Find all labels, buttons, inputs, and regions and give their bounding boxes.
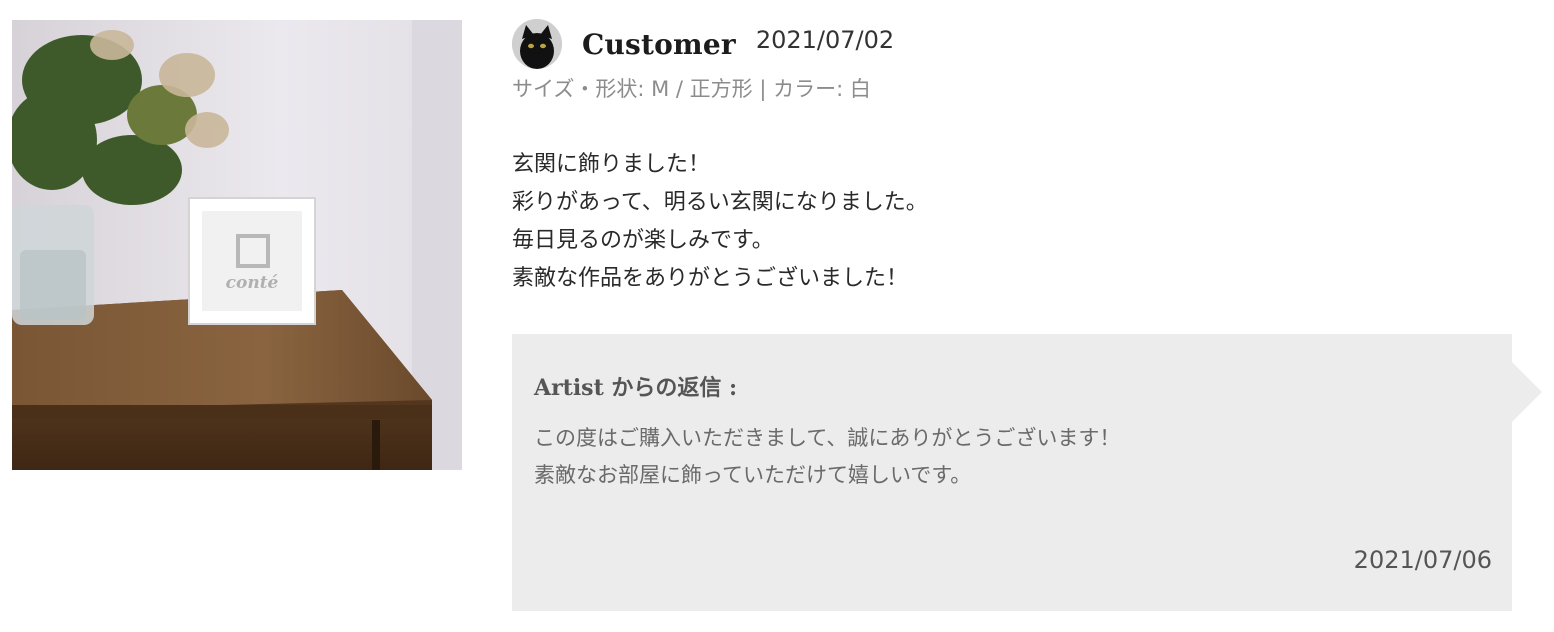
review-photo-image: conté xyxy=(12,20,462,470)
avatar[interactable] xyxy=(512,19,562,69)
review-body-line: 玄関に飾りました！ xyxy=(512,152,711,177)
review-body-line: 彩りがあって、明るい玄関になりました。 xyxy=(512,190,928,215)
black-cat-avatar-icon xyxy=(512,19,562,69)
review-photo[interactable]: conté xyxy=(12,20,462,470)
frame-logo-text: conté xyxy=(226,273,279,293)
review-body: 玄関に飾りました！ 彩りがあって、明るい玄関になりました。 毎日見るのが楽しみで… xyxy=(512,146,1512,298)
reply-text: この度はご購入いただきまして、誠にありがとうございます！ 素敵なお部屋に飾ってい… xyxy=(534,420,1120,494)
review-date: 2021/07/02 xyxy=(755,26,895,54)
reply-title: Artist からの返信 : xyxy=(534,375,738,401)
review-body-line: 素敵な作品をありがとうございました！ xyxy=(512,266,909,291)
reply-date: 2021/07/06 xyxy=(1353,546,1492,574)
reply-line: 素敵なお部屋に飾っていただけて嬉しいです。 xyxy=(534,463,972,487)
review-content: Customer 2021/07/02 サイズ・形状: M / 正方形 | カラ… xyxy=(512,18,1512,298)
customer-name[interactable]: Customer xyxy=(582,28,736,61)
artist-reply-box: Artist からの返信 : この度はご購入いただきまして、誠にありがとうござい… xyxy=(512,334,1512,611)
review-header: Customer 2021/07/02 xyxy=(512,18,1512,70)
reply-box-arrow xyxy=(1512,362,1542,422)
variant-info: サイズ・形状: M / 正方形 | カラー: 白 xyxy=(512,77,871,101)
review-body-line: 毎日見るのが楽しみです。 xyxy=(512,228,774,253)
reply-line: この度はご購入いただきまして、誠にありがとうございます！ xyxy=(534,426,1121,450)
